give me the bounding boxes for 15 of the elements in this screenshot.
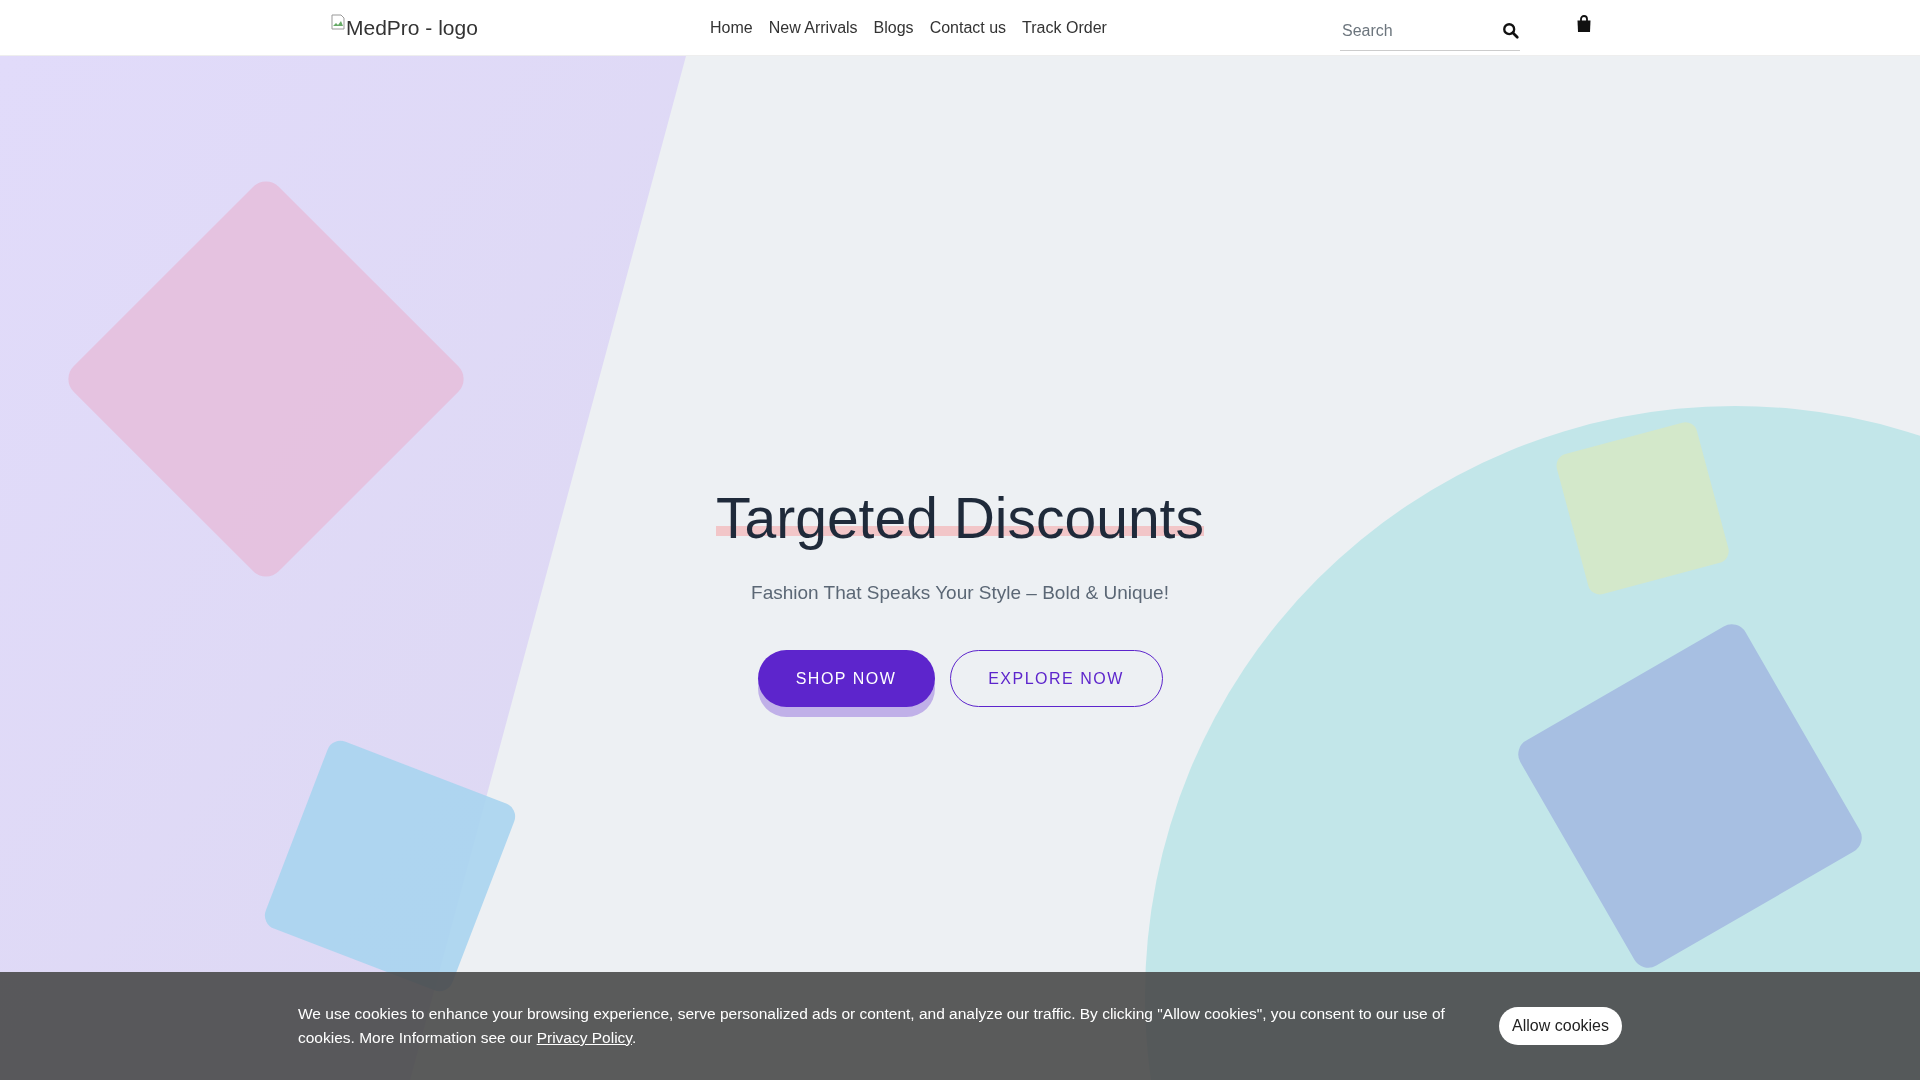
allow-cookies-button[interactable]: Allow cookies (1499, 1007, 1622, 1045)
cookie-notice-text: We use cookies to enhance your browsing experience, serve personalized ads or content, and analyze our traffic. By clicking "Allow cookies", you consent to our use of cookies. More Information see our Privacy Policy. (298, 1004, 1446, 1048)
logo-alt-text: MedPro - logo (346, 15, 478, 40)
shopping-bag-icon[interactable] (1576, 14, 1592, 33)
nav-link[interactable]: Home (710, 18, 753, 37)
nav-link[interactable]: Track Order (1022, 18, 1107, 37)
logo-image[interactable]: MedPro - logo (330, 15, 710, 40)
broken-image-icon (330, 13, 346, 30)
nav-link[interactable]: Contact us (929, 18, 1007, 37)
nav-link[interactable]: Blogs (873, 18, 914, 37)
nav-link[interactable]: New Arrivals (768, 18, 858, 37)
search-icon[interactable] (1502, 22, 1520, 40)
search-field[interactable]: Search (1340, 21, 1502, 41)
privacy-policy-link[interactable]: Privacy Policy (536, 1029, 632, 1046)
hero-subtitle: Fashion That Speaks Your Style – Bold & Unique! (751, 582, 1169, 605)
